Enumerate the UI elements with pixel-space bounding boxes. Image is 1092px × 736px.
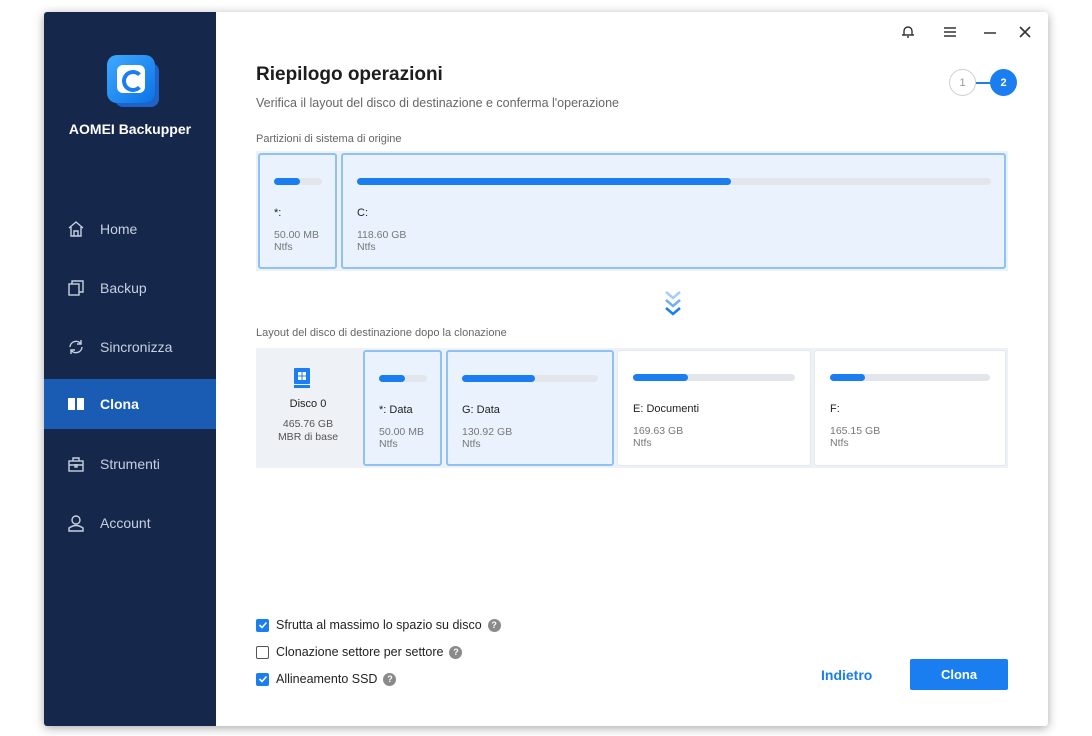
disk-name: Disco 0 [289,398,327,410]
sidebar-item-home[interactable]: Home [44,204,216,254]
step-indicator-2: 2 [990,69,1017,96]
close-icon[interactable] [1013,20,1037,44]
menu-icon[interactable] [938,20,962,44]
partition-name: F: [830,403,840,415]
destination-partition-3[interactable]: F: 165.15 GB Ntfs [814,350,1006,466]
clone-icon [66,394,86,414]
partition-name: G: Data [462,404,500,416]
clone-button[interactable]: Clona [910,659,1008,690]
usage-bar [379,375,406,382]
option-label: Sfrutta al massimo lo spazio su disco [276,618,482,632]
partition-fs: Ntfs [379,438,398,450]
partition-fs: Ntfs [462,438,481,450]
partition-fs: Ntfs [357,241,376,253]
source-partition-strip: *: 50.00 MB Ntfs C: 118.60 GB Ntfs [256,151,1008,271]
partition-size: 169.63 GB [633,425,684,437]
step-connector [976,82,990,84]
sidebar-item-label: Clona [100,396,139,412]
partition-name: *: Data [379,404,413,416]
sidebar-item-label: Account [100,515,151,531]
page-title: Riepilogo operazioni [256,64,443,85]
back-button[interactable]: Indietro [821,667,872,683]
partition-name: E: Documenti [633,403,700,415]
partition-size: 50.00 MB [274,229,319,241]
sidebar-item-label: Backup [100,280,147,296]
help-icon[interactable]: ? [449,645,463,659]
chevrons-down-icon [664,290,682,318]
partition-name: *: [274,207,282,219]
tools-icon [66,454,86,474]
sync-icon [66,337,86,357]
sidebar-item-label: Sincronizza [100,339,173,355]
destination-section-label: Layout del disco di destinazione dopo la… [256,327,507,339]
destination-partition-2[interactable]: E: Documenti 169.63 GB Ntfs [617,350,811,466]
checkbox-checked-icon[interactable] [256,618,269,632]
destination-partition-1[interactable]: G: Data 130.92 GB Ntfs [446,350,614,466]
partition-size: 130.92 GB [462,426,513,438]
option-sector-by-sector[interactable]: Clonazione settore per settore ? [256,645,463,659]
sidebar: AOMEI Backupper Home Backup Sincronizza … [44,12,216,726]
sidebar-item-clona[interactable]: Clona [44,379,216,429]
option-ssd-alignment[interactable]: Allineamento SSD ? [256,672,397,686]
usage-bar [357,178,732,185]
usage-bar [274,178,301,185]
destination-partition-strip: Disco 0 465.76 GB MBR di base *: Data 50… [256,348,1008,468]
partition-size: 118.60 GB [357,229,407,241]
usage-bar [633,374,689,381]
main-panel: Riepilogo operazioni Verifica il layout … [216,12,1048,726]
sidebar-item-account[interactable]: Account [44,498,216,548]
app-window: AOMEI Backupper Home Backup Sincronizza … [44,12,1048,726]
backup-icon [66,278,86,298]
option-max-disk-space[interactable]: Sfrutta al massimo lo spazio su disco ? [256,618,501,632]
option-label: Clonazione settore per settore [276,645,444,659]
step-indicator-1: 1 [949,69,976,96]
usage-bar [830,374,866,381]
checkbox-unchecked-icon[interactable] [256,645,269,659]
source-partition-0[interactable]: *: 50.00 MB Ntfs [258,153,337,269]
partition-fs: Ntfs [274,241,293,253]
hard-disk-icon [294,368,310,388]
disk-size: 465.76 GB [282,418,334,430]
minimize-icon[interactable] [978,20,1002,44]
destination-disk: Disco 0 465.76 GB MBR di base [256,348,360,466]
usage-bar [462,375,536,382]
app-name: AOMEI Backupper [68,121,192,137]
partition-fs: Ntfs [830,437,849,449]
help-icon[interactable]: ? [383,672,397,686]
home-icon [66,219,86,239]
bell-icon[interactable] [896,20,920,44]
partition-size: 165.15 GB [830,425,881,437]
partition-name: C: [357,207,368,219]
sidebar-item-sincronizza[interactable]: Sincronizza [44,322,216,372]
page-subtitle: Verifica il layout del disco di destinaz… [256,96,620,110]
checkbox-checked-icon[interactable] [256,672,269,686]
sidebar-item-label: Strumenti [100,456,160,472]
aomei-logo-icon [107,55,155,103]
sidebar-item-backup[interactable]: Backup [44,263,216,313]
partition-fs: Ntfs [633,437,652,449]
disk-type: MBR di base [277,431,339,443]
sidebar-item-strumenti[interactable]: Strumenti [44,439,216,489]
partition-size: 50.00 MB [379,426,424,438]
source-partition-1[interactable]: C: 118.60 GB Ntfs [341,153,1006,269]
sidebar-item-label: Home [100,221,138,237]
help-icon[interactable]: ? [487,618,501,632]
source-section-label: Partizioni di sistema di origine [256,133,402,145]
destination-partition-0[interactable]: *: Data 50.00 MB Ntfs [363,350,442,466]
option-label: Allineamento SSD [276,672,378,686]
account-icon [66,513,86,533]
